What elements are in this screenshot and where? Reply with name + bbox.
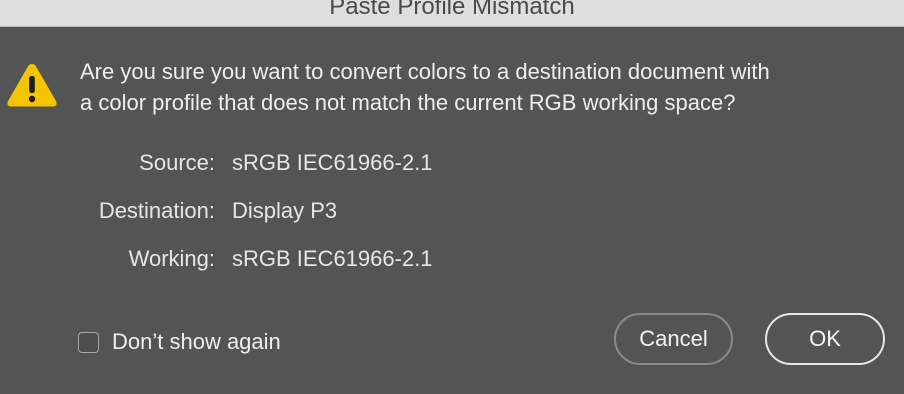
source-label: Source:: [139, 150, 215, 175]
paste-profile-mismatch-dialog: Paste Profile Mismatch Are you sure you …: [0, 0, 904, 394]
cancel-button[interactable]: Cancel: [614, 313, 733, 365]
destination-label: Destination:: [98, 198, 215, 223]
ok-button[interactable]: OK: [765, 313, 885, 365]
message-line-2: a color profile that does not match the …: [80, 90, 736, 115]
message-line-1: Are you sure you want to convert colors …: [80, 59, 770, 84]
dont-show-again-option[interactable]: Don’t show again: [78, 326, 281, 358]
title-bar[interactable]: Paste Profile Mismatch: [0, 0, 904, 27]
window-title: Paste Profile Mismatch: [329, 0, 575, 20]
confirmation-message: Are you sure you want to convert colors …: [80, 56, 895, 118]
warning-icon: [7, 64, 57, 107]
dont-show-again-checkbox[interactable]: [78, 331, 99, 353]
source-value: sRGB IEC61966-2.1: [232, 150, 433, 175]
dont-show-again-label[interactable]: Don’t show again: [112, 329, 281, 355]
working-label: Working:: [128, 246, 215, 271]
destination-value: Display P3: [232, 198, 338, 223]
working-value: sRGB IEC61966-2.1: [232, 246, 433, 271]
